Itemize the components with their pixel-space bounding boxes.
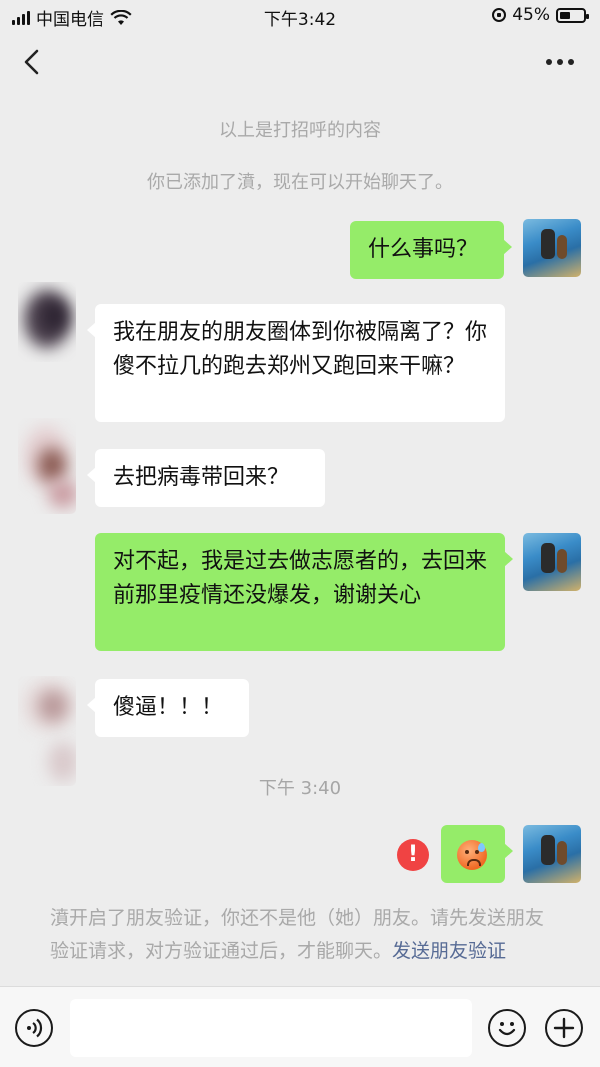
orientation-lock-icon xyxy=(492,8,507,22)
emoji-icon[interactable] xyxy=(488,1009,526,1047)
message-bubble[interactable]: 去把病毒带回来？ xyxy=(87,449,325,507)
battery-fill xyxy=(560,11,570,19)
input-bar xyxy=(0,986,600,1067)
avatar[interactable] xyxy=(18,676,76,786)
avatar[interactable] xyxy=(523,219,581,277)
friend-added-note: 你已添加了濆，现在可以开始聊天了。 xyxy=(147,172,453,193)
avatar[interactable] xyxy=(523,533,581,591)
avatar[interactable] xyxy=(18,282,76,362)
status-right: 45% xyxy=(492,5,589,25)
message-bubble[interactable] xyxy=(441,825,513,883)
anxious-sweat-emoji-icon xyxy=(457,840,487,870)
message-bubble[interactable]: 傻逼！！！ xyxy=(87,679,249,737)
status-bar: 中国电信 下午3:42 45% xyxy=(0,0,600,32)
send-verification-link[interactable]: 发送朋友验证 xyxy=(392,940,506,962)
friend-verification-notice: 濆开启了朋友验证，你还不是他（她）朋友。请先发送朋友验证请求，对方验证通过后，才… xyxy=(50,902,560,986)
message-input[interactable] xyxy=(70,999,472,1057)
voice-icon[interactable] xyxy=(15,1009,53,1047)
send-failed-icon[interactable]: ! xyxy=(397,839,429,871)
battery-percent: 45% xyxy=(512,5,550,25)
chevron-left-icon[interactable] xyxy=(20,48,46,76)
more-dots-icon[interactable] xyxy=(546,52,576,72)
message-bubble[interactable]: 对不起，我是过去做志愿者的，去回来前那里疫情还没爆发，谢谢关心 xyxy=(95,533,513,651)
battery-icon xyxy=(556,7,589,23)
message-bubble[interactable]: 什么事吗？ xyxy=(350,221,512,279)
greeting-note: 以上是打招呼的内容 xyxy=(219,120,381,141)
avatar[interactable] xyxy=(18,418,76,514)
plus-icon[interactable] xyxy=(545,1009,583,1047)
time-divider: 下午 3:40 xyxy=(258,778,342,799)
chat-nav-bar xyxy=(0,32,600,92)
avatar[interactable] xyxy=(523,825,581,883)
message-bubble[interactable]: 我在朋友的朋友圈体到你被隔离了？你傻不拉几的跑去郑州又跑回来干嘛？ xyxy=(87,304,505,422)
